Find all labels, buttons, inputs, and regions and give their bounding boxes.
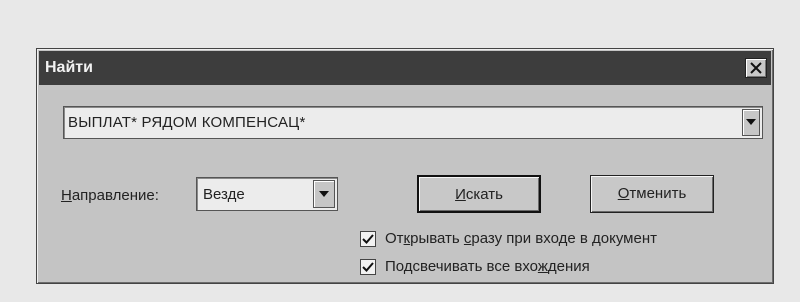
highlight-all-label: Подсвечивать все вхождения — [385, 258, 590, 275]
direction-label: Направление: — [61, 187, 159, 204]
chevron-down-icon — [746, 119, 756, 125]
direction-dropdown-button[interactable] — [313, 180, 335, 208]
dialog-title: Найти — [45, 59, 93, 76]
chevron-down-icon — [319, 191, 329, 197]
check-icon — [362, 262, 374, 272]
direction-value: Везде — [203, 186, 245, 203]
open-on-enter-checkbox[interactable] — [360, 231, 376, 247]
highlight-all-checkbox[interactable] — [360, 259, 376, 275]
cancel-button[interactable]: Отменить — [590, 175, 714, 213]
close-icon — [750, 62, 762, 74]
search-query-combobox[interactable]: ВЫПЛАТ* РЯДОМ КОМПЕНСАЦ* — [63, 106, 763, 139]
search-query-value[interactable]: ВЫПЛАТ* РЯДОМ КОМПЕНСАЦ* — [68, 114, 306, 131]
title-bar[interactable]: Найти — [39, 51, 771, 85]
close-button[interactable] — [745, 58, 767, 78]
query-dropdown-button[interactable] — [742, 109, 760, 136]
search-button[interactable]: Искать — [417, 175, 541, 213]
direction-select[interactable]: Везде — [196, 177, 338, 211]
check-icon — [362, 234, 374, 244]
open-on-enter-label: Открывать сразу при входе в документ — [385, 230, 657, 247]
find-dialog: Найти ВЫПЛАТ* РЯДОМ КОМПЕНСАЦ* Направлен… — [36, 48, 774, 284]
